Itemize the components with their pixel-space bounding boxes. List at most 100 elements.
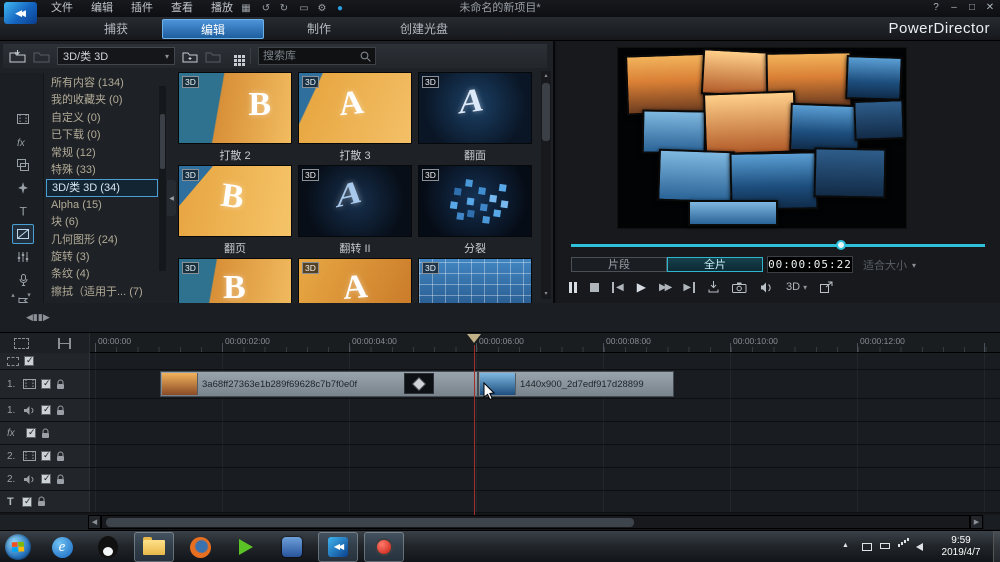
track-lane[interactable]	[90, 491, 1000, 512]
taskbar-powerdirector-icon[interactable]	[318, 532, 358, 562]
volume-icon[interactable]	[760, 282, 773, 293]
start-button[interactable]	[5, 534, 31, 560]
track-enable-checkbox[interactable]	[41, 404, 51, 415]
category-all-content[interactable]: 所有内容 (134)	[46, 75, 158, 92]
undo-icon[interactable]	[258, 1, 274, 16]
tab-capture[interactable]: 捕获	[72, 19, 160, 39]
scroll-left-arrow[interactable]	[88, 515, 101, 529]
tab-produce[interactable]: 制作	[268, 19, 370, 39]
taskbar-app-icon[interactable]	[272, 532, 312, 562]
track-height-icon[interactable]	[58, 338, 71, 349]
transition-thumbnail[interactable]: 3D B 翻页	[178, 165, 292, 256]
playhead-marker[interactable]	[467, 334, 481, 343]
track-lock-icon[interactable]	[41, 428, 50, 439]
track-lane[interactable]	[90, 353, 1000, 369]
play-button[interactable]	[637, 280, 646, 294]
category-wipe[interactable]: 擦拭（适用于... (7)	[46, 284, 158, 301]
timeline-hscrollbar[interactable]	[101, 515, 970, 529]
segment-mode-button[interactable]: 片段	[571, 257, 667, 272]
range-select-icon[interactable]	[14, 338, 29, 349]
library-scrollbar[interactable]	[541, 71, 551, 299]
taskbar-explorer-icon[interactable]	[134, 532, 174, 562]
redo-icon[interactable]	[276, 1, 292, 16]
tray-display-icon[interactable]	[862, 543, 872, 551]
minimize-button[interactable]: –	[946, 0, 962, 16]
timeline-ruler[interactable]: 00:00:00 00:00:02:00 00:00:04:00 00:00:0…	[90, 333, 1000, 353]
taskbar-firefox-icon[interactable]	[180, 532, 220, 562]
taskbar-recorder-icon[interactable]	[364, 532, 404, 562]
maximize-button[interactable]: □	[964, 0, 980, 16]
search-icon[interactable]	[360, 51, 371, 62]
tab-edit[interactable]: 编辑	[162, 19, 264, 39]
track-lock-icon[interactable]	[56, 405, 65, 416]
library-search-input[interactable]	[263, 50, 360, 62]
stop-button[interactable]	[590, 282, 599, 292]
pause-button[interactable]	[569, 281, 577, 293]
3d-mode-dropdown[interactable]: 3D	[786, 281, 807, 293]
category-geometry[interactable]: 几何图形 (24)	[46, 232, 158, 249]
cyberlink-cloud-icon[interactable]	[332, 1, 348, 16]
media-room-icon[interactable]	[12, 109, 34, 129]
track-lane[interactable]	[90, 399, 1000, 421]
category-custom[interactable]: 自定义 (0)	[46, 110, 158, 127]
category-downloaded[interactable]: 已下载 (0)	[46, 127, 158, 144]
seekbar-thumb[interactable]	[835, 240, 846, 250]
tray-battery-icon[interactable]	[880, 543, 890, 549]
select-track-icon[interactable]	[7, 356, 19, 366]
track-lock-icon[interactable]	[56, 451, 65, 462]
audio-mixing-room-icon[interactable]	[12, 247, 34, 267]
panel-splitter-grip[interactable]	[26, 312, 50, 323]
menu-file[interactable]: 文件	[42, 0, 82, 17]
detach-window-icon[interactable]	[820, 281, 833, 293]
transition-thumbnail[interactable]: 3D A 打散 3	[298, 72, 412, 163]
category-filter-dropdown[interactable]: 3D/类 3D	[57, 47, 175, 65]
track-lane[interactable]: 3a68ff27363e1b289f69628c7b7f0e0f 1440x90…	[90, 370, 1000, 398]
show-desktop-button[interactable]	[993, 531, 1000, 562]
track-lock-icon[interactable]	[56, 474, 65, 485]
display-icon[interactable]	[296, 1, 312, 16]
track-enable-checkbox[interactable]	[41, 378, 51, 389]
preview-seekbar[interactable]	[571, 240, 985, 250]
close-button[interactable]: ✕	[982, 0, 998, 16]
track-lane[interactable]	[90, 422, 1000, 444]
transition-thumbnail[interactable]: 3D 分裂	[418, 165, 532, 256]
overlay-room-icon[interactable]	[12, 155, 34, 175]
timeline-clip[interactable]: 1440x900_2d7edf917d28899	[478, 371, 674, 397]
transition-badge[interactable]	[404, 373, 434, 394]
track-enable-checkbox[interactable]	[26, 427, 36, 438]
tray-network-icon[interactable]	[898, 544, 900, 547]
category-favorites[interactable]: 我的收藏夹 (0)	[46, 92, 158, 109]
previous-frame-button[interactable]	[612, 281, 624, 293]
menu-view[interactable]: 查看	[162, 0, 202, 17]
category-stripes[interactable]: 条纹 (4)	[46, 266, 158, 283]
track-lock-icon[interactable]	[37, 496, 46, 507]
fit-size-dropdown[interactable]: 适合大小	[859, 257, 941, 272]
category-scrollbar-thumb[interactable]	[160, 114, 165, 169]
settings-gear-icon[interactable]	[314, 1, 330, 16]
track-enable-checkbox[interactable]	[41, 450, 51, 461]
track-enable-checkbox[interactable]	[22, 496, 32, 507]
transition-room-icon[interactable]	[12, 224, 34, 244]
capture-screen-icon[interactable]	[238, 1, 254, 16]
category-rotate[interactable]: 旋转 (3)	[46, 249, 158, 266]
scroll-right-arrow[interactable]	[970, 515, 983, 529]
voiceover-room-icon[interactable]	[12, 270, 34, 290]
menu-plugins[interactable]: 插件	[122, 0, 162, 17]
taskbar-clock[interactable]: 9:59 2019/4/7	[932, 535, 990, 559]
menu-play[interactable]: 播放	[202, 0, 242, 17]
fast-forward-button[interactable]	[659, 282, 670, 293]
transition-thumbnail[interactable]: 3D A 翻转 II	[298, 165, 412, 256]
category-collapse-handle[interactable]	[167, 180, 176, 216]
transition-thumbnail[interactable]: 3D A	[298, 258, 412, 303]
taskbar-ie-icon[interactable]: e	[42, 532, 82, 562]
transition-thumbnail[interactable]: 3D B	[178, 258, 292, 303]
snapshot-camera-icon[interactable]	[732, 282, 747, 293]
timeline-hscrollbar-thumb[interactable]	[106, 518, 634, 527]
video-preview[interactable]	[617, 47, 907, 229]
movie-mode-button[interactable]: 全片	[667, 257, 763, 272]
category-3d[interactable]: 3D/类 3D (34)	[46, 179, 158, 197]
import-media-icon[interactable]	[9, 49, 26, 63]
menu-edit[interactable]: 编辑	[82, 0, 122, 17]
category-block[interactable]: 块 (6)	[46, 214, 158, 231]
scroll-up-arrow[interactable]	[541, 71, 551, 81]
